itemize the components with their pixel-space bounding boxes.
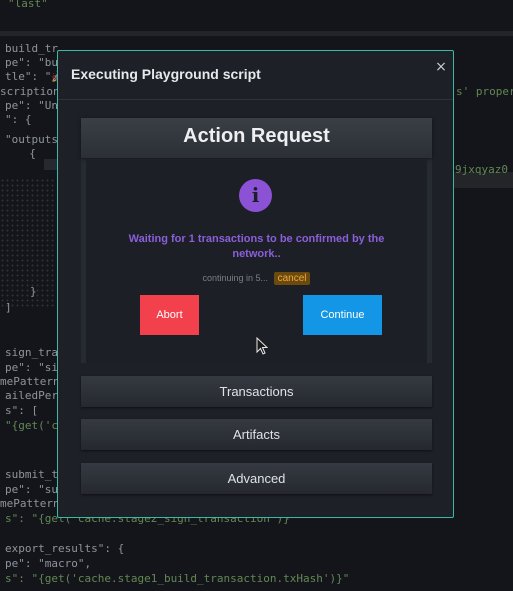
countdown-text: continuing in 5...	[202, 273, 269, 283]
abort-button[interactable]: Abort	[140, 295, 199, 335]
countdown-row: continuing in 5... cancel	[86, 272, 427, 285]
action-request-body: i Waiting for 1 transactions to be confi…	[86, 160, 427, 363]
transactions-section-button[interactable]: Transactions	[81, 376, 432, 407]
waiting-message: Waiting for 1 transactions to be confirm…	[128, 233, 385, 260]
close-icon[interactable]: ×	[434, 60, 448, 74]
advanced-section-button[interactable]: Advanced	[81, 463, 432, 494]
artifacts-section-button[interactable]: Artifacts	[81, 419, 432, 450]
continue-button[interactable]: Continue	[303, 295, 382, 335]
modal-title: Executing Playground script	[71, 66, 261, 82]
info-icon: i	[239, 179, 272, 212]
cancel-countdown-button[interactable]: cancel	[273, 272, 311, 285]
execution-modal: Executing Playground script × Action Req…	[57, 50, 454, 518]
mouse-cursor-icon	[256, 337, 269, 355]
action-request-header: Action Request	[81, 118, 432, 158]
modal-header: Executing Playground script ×	[58, 51, 453, 100]
action-request-panel: Action Request i Waiting for 1 transacti…	[81, 118, 432, 363]
action-request-title: Action Request	[183, 125, 330, 147]
